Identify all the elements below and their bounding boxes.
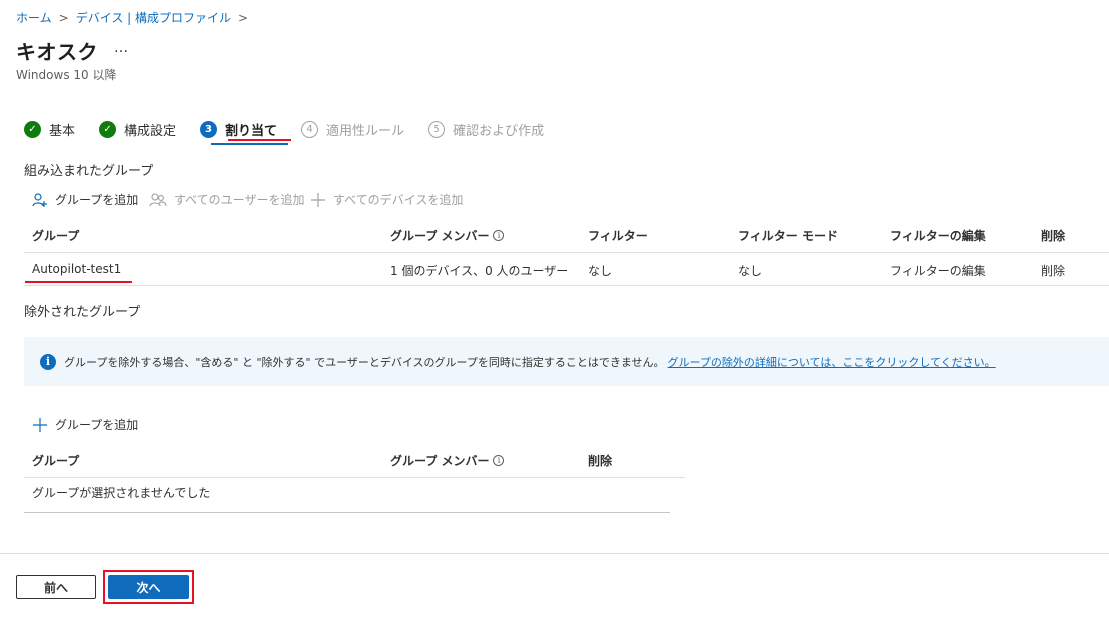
- previous-button[interactable]: 前へ: [16, 575, 96, 599]
- check-icon: ✓: [99, 120, 117, 138]
- wizard-steps: ✓ 基本 ✓ 構成設定 3 割り当て 4 適用性ルール 5 確認および作成: [24, 118, 568, 140]
- breadcrumb-separator: >: [238, 10, 249, 25]
- plus-icon: [33, 417, 47, 432]
- next-button[interactable]: 次へ: [108, 575, 189, 599]
- col-header-members-label: グループ メンバー: [390, 229, 490, 243]
- more-options-button[interactable]: …: [114, 40, 129, 56]
- exclude-details-link[interactable]: グループの除外の詳細については、ここをクリックしてください。: [668, 354, 996, 370]
- step-label: 確認および作成: [453, 123, 545, 139]
- info-icon: i: [40, 353, 56, 370]
- col-header-group: グループ: [32, 229, 80, 243]
- check-icon: ✓: [24, 120, 41, 138]
- add-all-users-button[interactable]: すべてのユーザーを追加: [149, 191, 304, 208]
- step-number-icon: 3: [200, 120, 218, 138]
- excluded-col-header-members-label: グループ メンバー: [390, 454, 490, 468]
- breadcrumb-separator: >: [58, 10, 69, 25]
- breadcrumb: ホーム > デバイス | 構成プロファイル >: [16, 9, 255, 26]
- excluded-col-header-members: グループ メンバー i: [390, 452, 505, 469]
- add-person-icon: [32, 192, 47, 207]
- filter-mode-cell: なし: [738, 264, 763, 278]
- plus-icon: [311, 192, 325, 207]
- excluded-col-header-group: グループ: [32, 454, 80, 468]
- table-divider: [24, 285, 1109, 286]
- excluded-groups-title: 除外されたグループ: [24, 305, 141, 320]
- add-all-devices-button[interactable]: すべてのデバイスを追加: [310, 191, 463, 208]
- table-divider: [24, 477, 685, 478]
- col-header-filter: フィルター: [588, 229, 648, 243]
- step-basics[interactable]: ✓ 基本: [24, 120, 75, 139]
- step-label: 割り当て: [225, 123, 278, 139]
- step-review-create[interactable]: 5 確認および作成: [428, 120, 544, 139]
- active-step-indicator: [211, 143, 288, 145]
- page-title: キオスク: [16, 40, 98, 64]
- col-header-edit-filter: フィルターの編集: [890, 229, 986, 243]
- excluded-col-header-delete: 削除: [588, 454, 613, 468]
- step-number-icon: 5: [428, 120, 446, 138]
- step-configuration-settings[interactable]: ✓ 構成設定: [99, 120, 176, 139]
- step-label: 基本: [49, 123, 76, 139]
- add-excluded-group-button[interactable]: グループを追加: [32, 416, 138, 433]
- step-applicability-rules[interactable]: 4 適用性ルール: [301, 120, 404, 139]
- highlight-underline: [25, 281, 132, 283]
- edit-filter-link[interactable]: フィルターの編集: [890, 262, 986, 279]
- breadcrumb-home[interactable]: ホーム: [16, 9, 52, 26]
- step-label: 適用性ルール: [326, 123, 405, 139]
- group-members-cell: 1 個のデバイス、0 人のユーザー: [390, 264, 569, 278]
- add-group-label: グループを追加: [55, 193, 139, 207]
- add-group-button[interactable]: グループを追加: [32, 191, 138, 208]
- empty-state-text: グループが選択されませんでした: [32, 486, 211, 500]
- breadcrumb-config-profiles[interactable]: デバイス | 構成プロファイル: [76, 9, 231, 26]
- page-subtitle: Windows 10 以降: [16, 68, 117, 82]
- info-icon[interactable]: i: [493, 455, 505, 466]
- col-header-members: グループ メンバー i: [390, 227, 505, 244]
- col-header-filter-mode: フィルター モード: [738, 229, 838, 243]
- delete-link[interactable]: 削除: [1041, 262, 1065, 279]
- highlight-underline: [228, 139, 291, 141]
- col-header-delete: 削除: [1041, 229, 1066, 243]
- people-icon: [149, 192, 167, 206]
- add-excluded-group-label: グループを追加: [55, 418, 139, 432]
- info-message-bar: i グループを除外する場合、"含める" と "除外する" でユーザーとデバイスの…: [24, 337, 1109, 386]
- step-assignments[interactable]: 3 割り当て: [200, 120, 277, 139]
- included-groups-title: 組み込まれたグループ: [24, 164, 154, 179]
- footer-divider: [0, 553, 1109, 554]
- info-message-text: グループを除外する場合、"含める" と "除外する" でユーザーとデバイスのグル…: [64, 355, 665, 369]
- step-label: 構成設定: [124, 123, 177, 139]
- table-divider: [24, 512, 670, 513]
- filter-cell: なし: [588, 264, 613, 278]
- group-name-cell: Autopilot-test1: [32, 262, 122, 276]
- table-divider: [24, 252, 1109, 253]
- step-number-icon: 4: [301, 120, 319, 138]
- info-icon[interactable]: i: [493, 230, 505, 241]
- add-all-users-label: すべてのユーザーを追加: [174, 193, 305, 207]
- add-all-devices-label: すべてのデバイスを追加: [333, 193, 464, 207]
